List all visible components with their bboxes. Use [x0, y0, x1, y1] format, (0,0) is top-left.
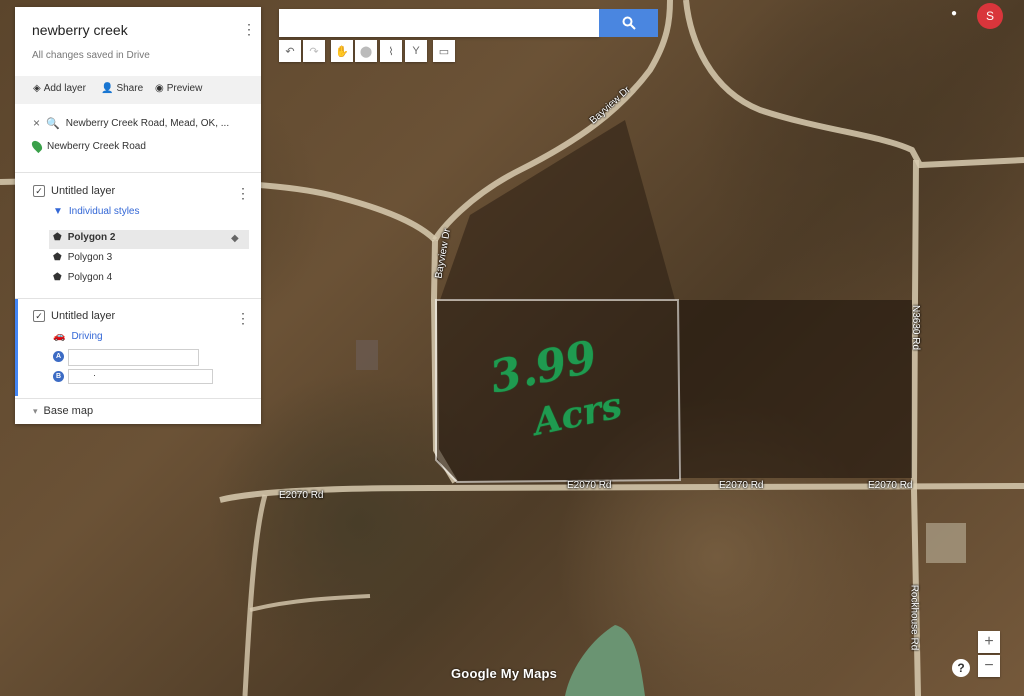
base-map-row[interactable]: ▾ Base map — [33, 405, 93, 417]
draw-line-button[interactable]: ⌇ — [380, 40, 402, 62]
feature-label: Polygon 4 — [67, 272, 113, 283]
search-result-place[interactable]: Newberry Creek Road — [29, 138, 146, 154]
layer-2-name[interactable]: Untitled layer — [51, 310, 115, 322]
road-label-e2070-rd-4: E2070 Rd — [868, 480, 913, 491]
car-icon: 🚗 — [53, 331, 66, 342]
undo-button[interactable]: ↶ — [279, 40, 301, 62]
add-person-icon: 👤 — [101, 83, 114, 94]
preview-button[interactable]: ◉ Preview — [155, 83, 202, 94]
waypoint-b-icon: B — [53, 371, 64, 382]
polygon-icon: ⬟ — [53, 252, 62, 263]
feature-polygon-4[interactable]: ⬟ Polygon 4 — [53, 272, 112, 283]
feature-polygon-3[interactable]: ⬟ Polygon 3 — [53, 252, 112, 263]
directions-button[interactable]: Y — [405, 40, 427, 62]
divider — [15, 398, 261, 399]
road-label-n3630-rd: N3630 Rd — [910, 304, 922, 351]
share-button[interactable]: 👤 Share — [101, 83, 143, 94]
paint-bucket-icon[interactable]: ◆ — [231, 233, 239, 244]
feature-label: Polygon 3 — [67, 252, 113, 263]
hand-icon: ✋ — [335, 45, 349, 58]
divider — [15, 298, 261, 299]
undo-icon: ↶ — [285, 45, 295, 58]
select-hand-button[interactable]: ✋ — [331, 40, 353, 62]
polygon-icon: ⬟ — [53, 232, 62, 243]
draw-line-icon: ⌇ — [388, 45, 394, 58]
search-input[interactable] — [279, 9, 599, 37]
redo-icon: ↷ — [309, 45, 319, 58]
map-title[interactable]: newberry creek — [32, 22, 128, 38]
map-options-kebab-icon[interactable]: ⋮ — [242, 22, 256, 36]
divider — [15, 172, 261, 173]
search-button[interactable] — [599, 9, 658, 37]
notifications-bell-icon[interactable]: ● — [947, 8, 961, 22]
measure-button[interactable]: ▭ — [433, 40, 455, 62]
layer-1-options-kebab-icon[interactable]: ⋮ — [236, 186, 250, 200]
layer-1-name[interactable]: Untitled layer — [51, 185, 115, 197]
road-label-e2070-rd-3: E2070 Rd — [719, 480, 764, 491]
map-pin-icon — [29, 138, 45, 154]
zoom-in-button[interactable]: + — [978, 631, 1000, 653]
polygon-icon: ⬟ — [53, 272, 62, 283]
layer-1-style-link[interactable]: ▼ Individual styles — [53, 206, 140, 217]
add-layer-button[interactable]: ◈ Add layer — [33, 83, 86, 94]
paint-roller-icon: ▼ — [53, 206, 63, 217]
directions-icon: Y — [412, 45, 420, 57]
road-label-e2070-rd-1: E2070 Rd — [279, 490, 324, 501]
feature-label: Polygon 2 — [67, 232, 116, 243]
ruler-icon: ▭ — [438, 45, 450, 58]
base-map-label: Base map — [43, 405, 94, 417]
layer-2-style-link[interactable]: 🚗 Driving — [53, 331, 103, 342]
layers-icon: ◈ — [33, 83, 41, 94]
layer-2-header[interactable]: ✓ Untitled layer — [33, 310, 115, 322]
search-icon: 🔍 — [46, 117, 60, 130]
zoom-out-button[interactable]: − — [978, 655, 1000, 677]
feature-polygon-2[interactable]: ⬟ Polygon 2 — [53, 232, 116, 243]
layer-2-options-kebab-icon[interactable]: ⋮ — [236, 311, 250, 325]
layer-1-checkbox[interactable]: ✓ — [33, 185, 45, 197]
search-result-place-label: Newberry Creek Road — [47, 140, 146, 152]
search-icon — [622, 16, 636, 30]
help-button[interactable]: ? — [952, 659, 970, 677]
layer-2-style-label: Driving — [71, 331, 103, 342]
layer-1-header[interactable]: ✓ Untitled layer — [33, 185, 115, 197]
waypoint-a-input[interactable] — [68, 349, 199, 366]
map-layers-panel: newberry creek ⋮ All changes saved in Dr… — [15, 7, 261, 424]
panel-toolbar: ◈ Add layer 👤 Share ◉ Preview — [15, 76, 261, 104]
active-layer-indicator — [15, 299, 18, 396]
save-status: All changes saved in Drive — [32, 50, 150, 61]
layer-1-style-label: Individual styles — [68, 206, 140, 217]
expand-arrow-icon: ▾ — [33, 405, 38, 416]
close-icon[interactable]: × — [33, 116, 40, 130]
road-label-e2070-rd-2: E2070 Rd — [567, 480, 612, 491]
search-result-row[interactable]: × 🔍 Newberry Creek Road, Mead, OK, ... — [33, 116, 229, 130]
preview-label: Preview — [166, 83, 203, 94]
waypoint-a-icon: A — [53, 351, 64, 362]
road-label-rockhouse-rd: Rockhouse Rd — [908, 584, 920, 651]
search-result-query: Newberry Creek Road, Mead, OK, ... — [65, 117, 230, 129]
share-label: Share — [116, 83, 144, 94]
add-layer-label: Add layer — [43, 83, 86, 94]
redo-button[interactable]: ↷ — [303, 40, 325, 62]
google-my-maps-logo: Google My Maps — [451, 666, 558, 681]
layer-2-checkbox[interactable]: ✓ — [33, 310, 45, 322]
marker-icon: ⬤ — [359, 45, 373, 58]
waypoint-b-input[interactable]: · — [68, 369, 213, 384]
eye-icon: ◉ — [155, 83, 164, 94]
add-marker-button[interactable]: ⬤ — [355, 40, 377, 62]
user-avatar[interactable]: S — [977, 3, 1003, 29]
